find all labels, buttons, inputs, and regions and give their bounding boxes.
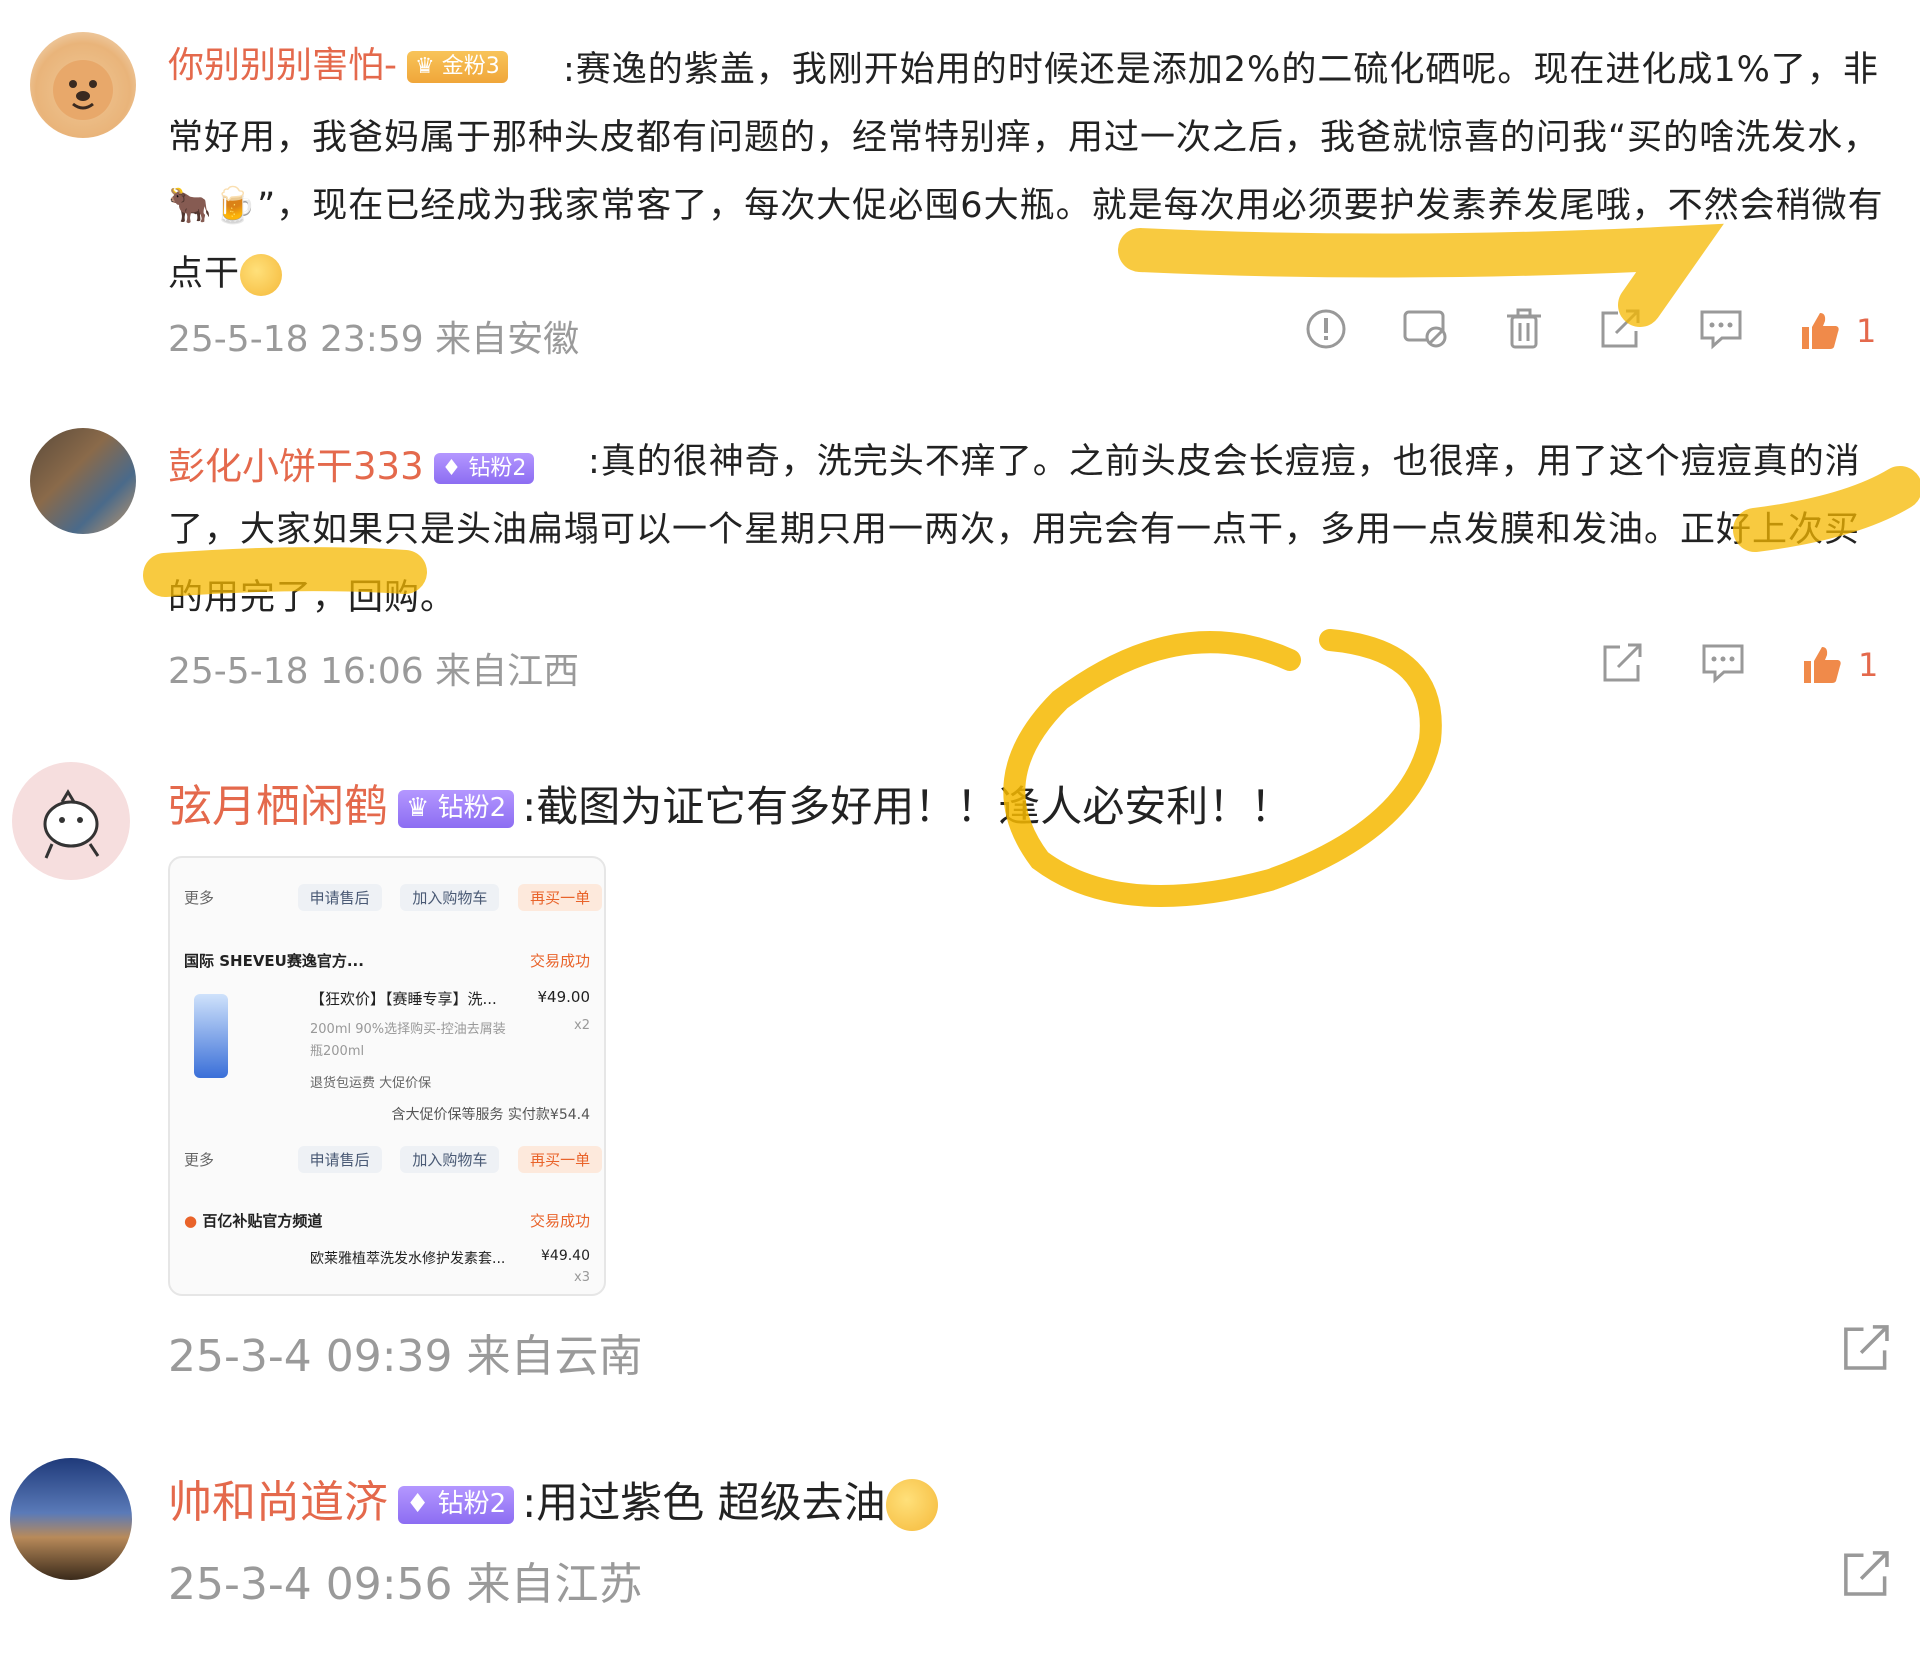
like-button[interactable]: 1 [1798, 309, 1876, 353]
cow-beer-emoji-icon: 🐂🍺 [168, 186, 258, 226]
order-screenshot-thumbnail[interactable]: 更多 申请售后 加入购物车 再买一单 国际 SHEVEU赛逸官方... 交易成功… [168, 856, 606, 1296]
shocked-emoji-icon [240, 254, 283, 296]
more-label: 更多 [184, 889, 215, 907]
comment-text: :用过紫色 超级去油 [522, 1478, 886, 1527]
subsidy-icon: ● [184, 1212, 198, 1230]
like-icon [1802, 313, 1839, 349]
fan-badge: ♛ 钻粉2 [398, 790, 515, 828]
item-title: 【狂欢价】【赛睡专享】洗... [310, 990, 497, 1008]
store-name: 国际 SHEVEU赛逸官方... [184, 952, 364, 970]
add-cart-button: 加入购物车 [400, 1146, 500, 1173]
share-icon[interactable] [1598, 307, 1644, 355]
item-qty: x3 [574, 1270, 590, 1285]
avatar[interactable] [30, 32, 136, 138]
comment-actions [1840, 1322, 1894, 1378]
comment-meta: 25-3-4 09:56 来自江苏 [168, 1559, 643, 1610]
item-row: 【狂欢价】【赛睡专享】洗... ¥49.00 [310, 988, 590, 1009]
order-actions-row: 更多 申请售后 加入购物车 再买一单 [184, 884, 603, 911]
after-sale-button: 申请售后 [297, 884, 382, 911]
product-bottle-icon [194, 994, 228, 1078]
username[interactable]: 弦月栖闲鹤 [168, 781, 388, 832]
order-status: 交易成功 [529, 952, 590, 970]
comment-meta: 25-5-18 16:06 来自江西 [168, 651, 580, 692]
comment-header: 弦月栖闲鹤 ♛ 钻粉2:截图为证它有多好用！！逢人必安利！！ [168, 770, 1292, 834]
comment-header: 帅和尚道济 ♦ 钻粉2:用过紫色 超级去油 [168, 1466, 938, 1531]
item-price: ¥49.00 [537, 988, 591, 1006]
paid-amount: 含大促价保等服务 实付款¥54.4 [391, 1107, 590, 1123]
item-qty: x2 [574, 1018, 590, 1033]
comment-icon[interactable] [1700, 641, 1746, 689]
badge-label: 钻粉2 [437, 793, 507, 824]
add-cart-button: 加入购物车 [400, 884, 500, 911]
diamond-icon: ♦ [406, 1489, 430, 1520]
fan-badge: ♦ 钻粉2 [398, 1486, 515, 1524]
comment-meta: 25-5-18 23:59 来自安徽 [168, 319, 580, 360]
username[interactable]: 帅和尚道济 [168, 1477, 388, 1528]
report-icon[interactable] [1304, 307, 1348, 355]
cartoon-avatar-icon [43, 789, 100, 859]
store-row: 国际 SHEVEU赛逸官方... 交易成功 [184, 950, 590, 971]
order-status: 交易成功 [529, 1212, 590, 1230]
like-button[interactable]: 1 [1800, 643, 1878, 687]
crown-icon: ♛ [406, 793, 430, 824]
like-count: 1 [1856, 312, 1877, 350]
comment-text: :截图为证它有多好用！！逢人必安利！！ [522, 782, 1293, 831]
share-icon[interactable] [1840, 1322, 1894, 1378]
store-name: 百亿补贴官方频道 [202, 1212, 323, 1230]
share-icon[interactable] [1600, 641, 1646, 689]
item-tags: 退货包运费 大促价保 [310, 1076, 432, 1091]
like-icon [1804, 647, 1841, 683]
item-spec-row: 200ml 90%选择购买-控油去屑装 x2 [310, 1018, 590, 1037]
item-row: 欧莱雅植萃洗发水修护发素套... ¥49.40 [310, 1248, 590, 1268]
dog-avatar-icon [53, 60, 113, 120]
avatar[interactable] [30, 428, 136, 534]
highlight-circle [1003, 629, 1442, 907]
avatar[interactable] [10, 1458, 132, 1580]
comment-actions: 1 [1560, 640, 1878, 690]
comment-text: :赛逸的紫盖，我刚开始用的时候还是添加2%的二硫化硒呢。现在进化成1%了，非常好… [168, 36, 1888, 308]
comment-actions [1840, 1548, 1894, 1604]
buy-again-button: 再买一单 [518, 1146, 603, 1173]
share-icon[interactable] [1840, 1548, 1894, 1604]
item-spec-2: 瓶200ml [310, 1044, 365, 1059]
comment-icon[interactable] [1698, 307, 1744, 355]
comment-text-part1: :赛逸的紫盖，我刚开始用的时候还是添加2%的二硫化硒呢。现在进化成1%了，非常好… [168, 50, 1880, 158]
comment-text: :真的很神奇，洗完头不痒了。之前头皮会长痘痘，也很痒，用了这个痘痘真的消了，大家… [168, 442, 1861, 618]
order-actions-row: 更多 申请售后 加入购物车 再买一单 [184, 1146, 603, 1173]
after-sale-button: 申请售后 [297, 1146, 382, 1173]
comment-text-part2: ”，现在已经成为我家常客了，每次大促必囤6大瓶。就是每次用必须要护发素养发尾哦，… [168, 186, 1884, 294]
item-spec: 200ml 90%选择购买-控油去屑装 [310, 1022, 506, 1037]
item-title: 欧莱雅植萃洗发水修护发素套... [310, 1251, 506, 1267]
store-row: ● 百亿补贴官方频道 交易成功 [184, 1210, 590, 1231]
block-icon[interactable] [1402, 307, 1450, 355]
more-label: 更多 [184, 1151, 215, 1169]
shocked-emoji-icon [885, 1479, 938, 1531]
badge-label: 钻粉2 [437, 1489, 507, 1520]
item-price: ¥49.40 [541, 1248, 590, 1264]
comment-actions: 1 [1264, 306, 1876, 356]
avatar[interactable] [12, 762, 130, 880]
delete-icon[interactable] [1504, 307, 1544, 355]
buy-again-button: 再买一单 [518, 884, 603, 911]
comment-meta: 25-3-4 09:39 来自云南 [168, 1331, 643, 1382]
like-count: 1 [1858, 646, 1879, 684]
